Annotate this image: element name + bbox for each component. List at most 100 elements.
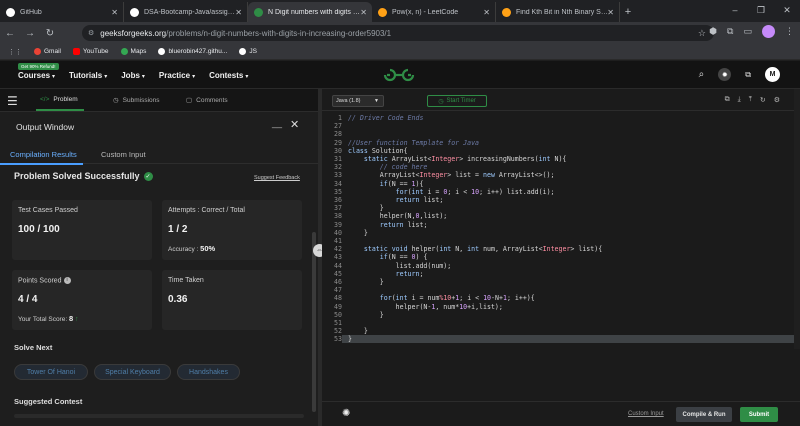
bookmarks-bar: ⋮⋮ Gmail YouTube Maps bluerobin427.githu… [0, 44, 800, 60]
browser-tab-dsa-bootcamp[interactable]: DSA-Bootcamp-Java/assignme ✕ [124, 2, 248, 22]
code-line[interactable]: // code here [348, 163, 428, 171]
code-line[interactable]: return list; [348, 221, 428, 229]
browser-tab-github[interactable]: GitHub ✕ [0, 2, 124, 22]
close-icon[interactable]: ✕ [290, 118, 299, 131]
browser-tab-leetcode-kth-bit[interactable]: Find Kth Bit in Nth Binary String ✕ [496, 2, 620, 22]
menu-contests[interactable]: Contests ▾ [209, 71, 248, 80]
menu-tutorials[interactable]: Tutorials ▾ [69, 71, 107, 80]
bookmark-js[interactable]: JS [239, 48, 257, 55]
close-icon[interactable]: ✕ [235, 8, 242, 17]
info-icon[interactable]: i [63, 277, 71, 284]
bookmark-maps[interactable]: Maps [120, 48, 146, 55]
line-number: 43 [334, 253, 342, 262]
bookmark-star-icon[interactable]: ☆ [698, 28, 706, 39]
language-select[interactable]: Java (1.8) ▼ [332, 95, 384, 107]
browser-tab-gfg-active[interactable]: N Digit numbers with digits in i ✕ [248, 2, 372, 22]
code-line[interactable]: } [348, 278, 384, 286]
streak-icon[interactable]: ✹ [718, 68, 732, 81]
new-tab-button[interactable]: + [620, 2, 636, 22]
editor-scrollbar[interactable] [794, 89, 800, 349]
suggested-problem-chip[interactable]: Handshakes [177, 364, 240, 380]
bookmark-gmail[interactable]: Gmail [34, 48, 61, 55]
download-icon[interactable]: ⤓ [738, 96, 741, 104]
line-number: 47 [334, 286, 342, 295]
translate-icon[interactable]: ⧉ [745, 70, 751, 80]
code-area[interactable]: 1 // Driver Code Ends 27 28 29 //User functio… [322, 111, 800, 401]
code-line[interactable]: ArrayList<Integer> list = new ArrayList<… [348, 171, 555, 179]
code-line[interactable]: if(N == 0) { [348, 253, 428, 261]
maximize-button[interactable]: ❐ [748, 0, 774, 20]
browser-tab-leetcode-pow[interactable]: Pow(x, n) - LeetCode ✕ [372, 2, 496, 22]
tab-compilation-results[interactable]: Compilation Results [0, 150, 83, 165]
left-panel-scrollbar[interactable] [312, 232, 316, 412]
tab-submissions[interactable]: ◷ Submissions [113, 96, 160, 105]
menu-jobs[interactable]: Jobs ▾ [121, 71, 145, 80]
suggest-feedback-link[interactable]: Suggest Feedback [254, 175, 300, 181]
submit-button[interactable]: Submit [740, 407, 778, 422]
settings-icon[interactable]: ⚙ [774, 96, 780, 104]
code-line[interactable]: return; [348, 270, 424, 278]
bookmark-bluerobin[interactable]: bluerobin427.githu... [158, 48, 227, 55]
reset-icon[interactable]: ↻ [760, 96, 766, 104]
forward-arrow-icon[interactable]: → [20, 28, 40, 39]
apps-grid-icon[interactable]: ⋮⋮ [8, 48, 22, 56]
site-info-icon[interactable]: ⚙ [88, 29, 94, 37]
url-bar[interactable]: ⚙ geeksforgeeks.org/problems/n-digit-num… [82, 25, 714, 41]
code-line[interactable]: helper(N,0,list); [348, 212, 448, 220]
code-line[interactable]: static void helper(int N, int num, Array… [348, 245, 602, 253]
code-line[interactable]: static ArrayList<Integer> increasingNumb… [348, 155, 567, 163]
bookmark-youtube[interactable]: YouTube [72, 48, 109, 55]
status-text: Problem Solved Successfully [14, 171, 140, 181]
suggested-problem-chip[interactable]: Special Keyboard [94, 364, 171, 380]
close-icon[interactable]: ✕ [360, 8, 367, 17]
card-label: Time Taken [168, 277, 204, 284]
chevron-down-icon: ▾ [52, 74, 56, 80]
code-line[interactable]: return list; [348, 196, 444, 204]
hamburger-menu-icon[interactable]: ☰ [7, 94, 18, 108]
code-line[interactable]: for(int i = 0; i < 10; i++) list.add(i); [348, 188, 555, 196]
extension-icon[interactable]: ⬢ [709, 26, 717, 37]
start-timer-button[interactable]: ◷ Start Timer [427, 95, 487, 107]
close-icon[interactable]: ✕ [111, 8, 118, 17]
code-line[interactable]: for(int i = num%10+1; i < 10-N+1; i++){ [348, 294, 535, 302]
sidepanel-icon[interactable]: ▭ [743, 26, 752, 37]
gfg-logo-icon[interactable] [382, 67, 416, 83]
reload-icon[interactable]: ↻ [40, 28, 60, 39]
menu-practice[interactable]: Practice ▾ [159, 71, 195, 80]
code-line[interactable]: class Solution{ [348, 147, 408, 155]
minimize-button[interactable]: – [722, 0, 748, 20]
upload-icon[interactable]: ⤒ [749, 96, 752, 104]
code-line[interactable]: } [348, 311, 384, 319]
code-line[interactable]: list.add(num); [348, 262, 452, 270]
copy-icon[interactable]: ⧉ [725, 96, 730, 104]
code-line[interactable]: //User function Template for Java [348, 139, 479, 147]
kebab-menu-icon[interactable]: ⋮ [785, 26, 794, 37]
line-number: 28 [334, 130, 342, 139]
close-window-button[interactable]: ✕ [774, 0, 800, 20]
code-line[interactable]: if(N == 1){ [348, 180, 424, 188]
puzzle-extensions-icon[interactable]: ⧉ [727, 26, 733, 37]
promo-badge[interactable]: Get 90% Refund! [18, 63, 59, 70]
compile-run-button[interactable]: Compile & Run [676, 407, 732, 422]
suggested-problem-chip[interactable]: Tower Of Hanoi [14, 364, 88, 380]
search-icon[interactable]: ⌕ [699, 69, 705, 80]
tab-label: N Digit numbers with digits in i [268, 8, 360, 16]
code-line[interactable]: } [348, 335, 352, 343]
close-icon[interactable]: ✕ [607, 8, 614, 17]
theme-toggle-icon[interactable]: ✺ [342, 408, 350, 419]
code-line[interactable]: // Driver Code Ends [348, 114, 423, 122]
avatar[interactable]: M [765, 67, 780, 82]
tab-problem[interactable]: </> Problem [36, 96, 84, 111]
minimize-icon[interactable]: __ [272, 118, 282, 128]
code-line[interactable]: } [348, 204, 384, 212]
custom-input-link[interactable]: Custom Input [628, 411, 664, 417]
back-arrow-icon[interactable]: ← [0, 28, 20, 39]
menu-courses[interactable]: Courses ▾ [18, 71, 55, 80]
tab-custom-input[interactable]: Custom Input [101, 150, 146, 159]
tab-comments[interactable]: ▢ Comments [186, 96, 228, 105]
profile-avatar[interactable] [762, 25, 775, 38]
code-line[interactable]: } [348, 229, 368, 237]
close-icon[interactable]: ✕ [483, 8, 490, 17]
line-number: 50 [334, 310, 342, 319]
code-line[interactable]: helper(N-1, num*10+i,list); [348, 303, 503, 311]
